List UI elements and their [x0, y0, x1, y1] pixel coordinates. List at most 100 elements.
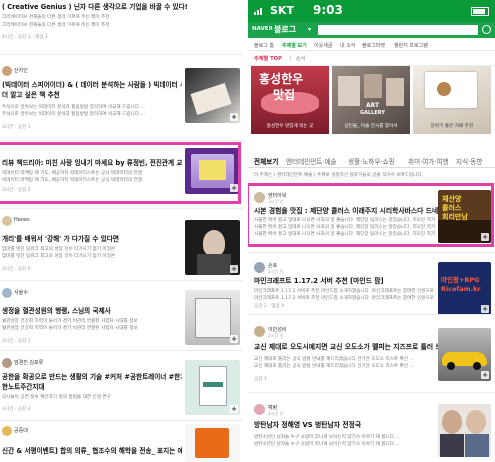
post-snippet: 교신 제대로 틀러는 공식 방법 안내를 해드리겠습니다 건기관 오도소 리스트…: [254, 357, 415, 362]
list-item[interactable]: 이민성비 2시간 전 교신 제대로 오도시예지면 교신 오도소가 멜피는 지즈프…: [248, 318, 495, 388]
post-title[interactable]: 신간 & 서평이벤트] 합의 의류_ 협조수의 해학을 전송_ 표지는 예시하_…: [2, 446, 182, 456]
post-snippet: 주석으로 알아보는 빅데이터 분석과 활용방법 정리하여 비교해 드립니다 …: [2, 105, 146, 110]
category-tab-entertainment[interactable]: 엔터테인먼트·예술: [286, 156, 337, 166]
add-icon[interactable]: +: [481, 371, 489, 379]
post-title-line2[interactable]: 더 알고 싶은 책 추천: [2, 90, 182, 100]
tab-challenge[interactable]: 챌린지 프로그램: [394, 42, 428, 49]
naver-logo[interactable]: NAVER: [252, 26, 273, 32]
blogger-name[interactable]: 공중대: [14, 427, 28, 434]
post-thumbnail[interactable]: +: [185, 290, 240, 345]
post-thumbnail[interactable]: +: [185, 360, 240, 415]
sub-navigation: 블로그 홈 주제별 보기 이웃새글 내 소식 블로그마켓 챌린지 프로그램: [248, 38, 495, 51]
post-title[interactable]: 교신 제대로 오도시예지면 교신 오도소가 멜피는 지즈프로 틀러 보새요: [254, 342, 439, 352]
tab-neighbor-posts[interactable]: 이웃새글: [314, 42, 332, 49]
post-thumbnail[interactable]: [185, 424, 240, 462]
avatar[interactable]: [2, 288, 12, 298]
avatar[interactable]: [254, 262, 265, 273]
banner-card[interactable]: ART GALLERY 상인물_ 미술 전시를 찾아서: [332, 66, 410, 134]
blog-logo[interactable]: 블로그: [274, 24, 296, 35]
post-title[interactable]: (빅데이터 스피어이더) & ( 데이터 분석하는 사람들 ) 빅데이터 시대의…: [2, 80, 182, 90]
post-title[interactable]: 마인크래프트 1.17.2 서버 추천 [마인드 팜]: [254, 276, 439, 286]
category-tab-lifestyle[interactable]: 생활·노하우·쇼핑: [348, 156, 395, 166]
search-input[interactable]: [318, 25, 478, 35]
category-tab-hobby[interactable]: 취미·여가·여행: [408, 156, 449, 166]
list-item[interactable]: 산지인 (빅데이터 스피어이더) & ( 데이터 분석하는 사람들 ) 빅데이터…: [0, 58, 243, 138]
avatar[interactable]: [254, 192, 265, 203]
banner-card[interactable]: 홍성한우 맛집 홍성한우 맛있게 먹는 곳: [251, 66, 329, 134]
post-title[interactable]: 생정을 혈관성원의 행랭, 스님의 국제사: [2, 306, 182, 316]
post-title[interactable]: 개리'를 배워서 '강해' 가 다가질 수 있다면: [2, 234, 182, 244]
post-thumbnail[interactable]: +: [185, 68, 240, 123]
topic-order-label[interactable]: 〉 순서: [289, 55, 305, 62]
post-title-line2[interactable]: 한노트주간지대: [2, 382, 182, 392]
avatar[interactable]: [254, 326, 265, 337]
post-title[interactable]: 리뷰 책드리아: 미친 사랑 잉내기 마세요 by 류정빈, 전진관계 교환학: [2, 158, 182, 168]
blogger-name[interactable]: 엄경진 김포류: [14, 359, 43, 366]
avatar[interactable]: [2, 66, 12, 76]
blogger-name[interactable]: 이민성비: [268, 326, 286, 333]
category-tabs: 전체보기 엔터테인먼트·예술 생활·노하우·쇼핑 취미·여가·여행 지식·동향: [248, 152, 495, 168]
list-item[interactable]: 예랑 2시간 전 방탄남자 정해영 VS 벙탄남자 전정국 방탄소년단 남자들 …: [248, 396, 495, 462]
tab-my-news[interactable]: 내 소식: [340, 42, 355, 49]
post-thumbnail[interactable]: +: [185, 220, 240, 275]
list-item[interactable]: 엄경진 김포류 공한을 확공으로 만드는 생활의 기술 #커처 #공한트레이너 …: [0, 354, 243, 418]
add-icon[interactable]: +: [230, 335, 238, 343]
list-item[interactable]: 서울수 생정을 혈관성원의 행랭, 스님의 국제사 혈관성장 건강회 지역이 들…: [0, 284, 243, 348]
avatar[interactable]: [2, 216, 12, 226]
post-snippet: 엄마를 멋진 팀워크 최고의 성장 것이 다가오기 멈기 이것은: [2, 254, 116, 259]
topic-top-label[interactable]: 주제별 TOP: [254, 55, 282, 62]
add-icon[interactable]: +: [230, 265, 238, 273]
post-thumbnail[interactable]: +: [438, 328, 491, 381]
blogger-name[interactable]: Hanes: [14, 217, 30, 223]
category-tab-knowledge[interactable]: 지식·동향: [456, 156, 482, 166]
carrier-label: SKT: [270, 4, 294, 17]
divider: [248, 392, 495, 393]
avatar[interactable]: [254, 404, 265, 415]
blogger-name[interactable]: 엔터아워: [268, 192, 286, 199]
banner-card[interactable]: 분위기 좋은 카페 추천: [413, 66, 491, 134]
post-time: 2시간 전: [268, 411, 284, 416]
avatar[interactable]: [2, 358, 12, 368]
divider: [0, 208, 243, 209]
post-thumbnail[interactable]: [438, 404, 491, 457]
list-item[interactable]: ( Creative Genius ) 닌자 다른 생각으로 기업을 바꿀 수 …: [0, 0, 243, 46]
tab-by-topic[interactable]: 주제별 보기: [282, 42, 307, 49]
right-mobile-screen: SKT 9:03 NAVER 블로그 ▾ 블로그 홈 주제별 보기 이웃새글 내…: [248, 0, 495, 462]
post-title[interactable]: ( Creative Genius ) 닌자 다른 생각으로 기업을 바꿀 수 …: [2, 2, 242, 12]
post-title[interactable]: 방탄남자 정해영 VS 벙탄남자 전정국: [254, 420, 439, 430]
list-item[interactable]: 엔터아워 3시간 전 시본 경험을 맛집 : 제단양 콜러스 이래주지 시리학사…: [248, 188, 495, 246]
featured-banner: 홍성한우 맛집 홍성한우 맛있게 먹는 곳 ART GALLERY 상인물_ 미…: [248, 66, 495, 134]
add-icon[interactable]: +: [481, 233, 489, 241]
tab-blog-home[interactable]: 블로그 홈: [254, 42, 274, 49]
post-thumbnail[interactable]: 재산양 콜러스 회리만남 +: [438, 190, 491, 243]
post-title[interactable]: 시본 경험을 맛집 : 제단양 콜러스 이래주지 시리학사바스다 드네원어요.: [254, 206, 439, 216]
post-meta: 4시간 · 공감 3 · 댓글 2: [2, 35, 48, 40]
blogger-name[interactable]: 손호: [268, 262, 277, 269]
post-meta: 3시간 · 공감 1: [2, 125, 31, 130]
add-icon[interactable]: +: [481, 305, 489, 313]
add-icon[interactable]: +: [230, 405, 238, 413]
post-meta: 공감 2 · 댓글 4: [254, 304, 285, 309]
search-icon[interactable]: [482, 25, 491, 34]
post-title[interactable]: 공한을 확공으로 만드는 생활의 기술 #커처 #공한트레이너 #한치즈 #공한: [2, 372, 182, 382]
avatar[interactable]: [2, 426, 12, 436]
list-item[interactable]: Hanes 개리'를 배워서 '강해' 가 다가질 수 있다면 엄마를 멋진 팀…: [0, 212, 243, 276]
blogger-name[interactable]: 산지인: [14, 67, 28, 74]
list-item[interactable]: 공중대 신간 & 서평이벤트] 합의 의류_ 협조수의 해학을 전송_ 표지는 …: [0, 424, 243, 462]
blogger-name[interactable]: 서울수: [14, 289, 28, 296]
post-snippet: 주석으로 알아보는 빅데이터 분석과 활용방법 정리하여 비교해 드립니다 …: [2, 112, 146, 117]
add-icon[interactable]: +: [230, 113, 238, 121]
post-snippet: 사물한 뛰어 할고 일대로 나오면 사과의 일 좋습니다. 제단장 팀러스는 맛…: [254, 218, 436, 223]
topic-notice: 이 주제는 ( 엔터테인먼트·예술 ) 주제로 설정하신 블로거들의 글을 모아…: [254, 173, 424, 178]
list-item[interactable]: 손호 2시간 전 마인크래프트 1.17.2 서버 추천 [마인드 팜] 마인크…: [248, 256, 495, 315]
list-item[interactable]: 리뷰 책드리아: 미친 사랑 잉내기 마세요 by 류정빈, 전진관계 교환학 …: [0, 144, 243, 200]
post-snippet: 마인크래프트 1.17.2 서버로 추천 마인드팜 소개하였습니다. 마인크래프…: [254, 296, 436, 301]
post-thumbnail[interactable]: 마인팜+RPG Ricefam.kr +: [438, 262, 491, 315]
post-thumbnail[interactable]: +: [185, 148, 240, 194]
banner-heading-line2: 맛집: [273, 88, 296, 102]
category-tab-all[interactable]: 전체보기: [254, 156, 278, 166]
tab-blog-market[interactable]: 블로그마켓: [362, 42, 385, 49]
blogger-name[interactable]: 예랑: [268, 404, 277, 411]
chevron-down-icon[interactable]: ▾: [308, 26, 311, 33]
add-icon[interactable]: +: [230, 184, 238, 192]
